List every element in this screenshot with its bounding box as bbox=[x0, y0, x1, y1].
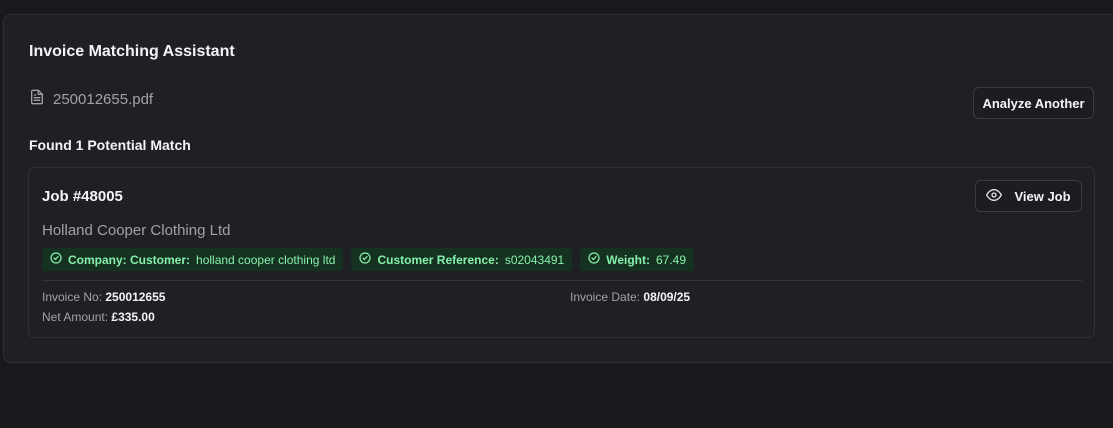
invoice-number-label: Invoice No: bbox=[42, 290, 103, 304]
badge-value: s02043491 bbox=[504, 252, 565, 267]
badge-value: holland cooper clothing ltd bbox=[196, 252, 336, 267]
invoice-matching-panel: Invoice Matching Assistant 250012655.pdf… bbox=[3, 14, 1113, 363]
eye-icon bbox=[986, 187, 1003, 206]
net-amount-value: £335.00 bbox=[111, 310, 155, 324]
file-row: 250012655.pdf bbox=[29, 89, 153, 110]
badge-key: Weight: bbox=[606, 252, 650, 267]
badge-key: Company: Customer: bbox=[68, 252, 191, 267]
invoice-date-label: Invoice Date: bbox=[570, 290, 641, 304]
check-circle-icon bbox=[50, 252, 62, 267]
match-badges: Company: Customer: holland cooper clothi… bbox=[42, 248, 695, 271]
match-badge-weight: Weight: 67.49 bbox=[580, 248, 695, 271]
invoice-date-value: 08/09/25 bbox=[643, 290, 691, 304]
view-job-label: View Job bbox=[1014, 188, 1071, 204]
job-title: Job #48005 bbox=[42, 188, 123, 205]
analyze-another-button[interactable]: Analyze Another bbox=[973, 87, 1094, 119]
match-card: Job #48005 View Job Holland Cooper Cloth… bbox=[28, 167, 1095, 338]
divider bbox=[42, 280, 1082, 281]
badge-key: Customer Reference: bbox=[377, 252, 499, 267]
net-amount: Net Amount: £335.00 bbox=[42, 310, 155, 324]
invoice-number-value: 250012655 bbox=[105, 290, 166, 304]
page-title: Invoice Matching Assistant bbox=[29, 43, 235, 60]
match-badge-company: Company: Customer: holland cooper clothi… bbox=[42, 248, 344, 271]
found-matches-heading: Found 1 Potential Match bbox=[29, 137, 191, 153]
net-amount-label: Net Amount: bbox=[42, 310, 109, 324]
match-badge-customer-reference: Customer Reference: s02043491 bbox=[351, 248, 573, 271]
invoice-date: Invoice Date: 08/09/25 bbox=[570, 290, 690, 304]
invoice-number: Invoice No: 250012655 bbox=[42, 290, 165, 304]
view-job-button[interactable]: View Job bbox=[975, 180, 1082, 212]
file-name: 250012655.pdf bbox=[53, 91, 154, 108]
company-name: Holland Cooper Clothing Ltd bbox=[42, 222, 231, 239]
badge-value: 67.49 bbox=[656, 252, 687, 267]
file-text-icon bbox=[29, 89, 45, 110]
check-circle-icon bbox=[359, 252, 372, 267]
check-circle-icon bbox=[588, 252, 600, 267]
